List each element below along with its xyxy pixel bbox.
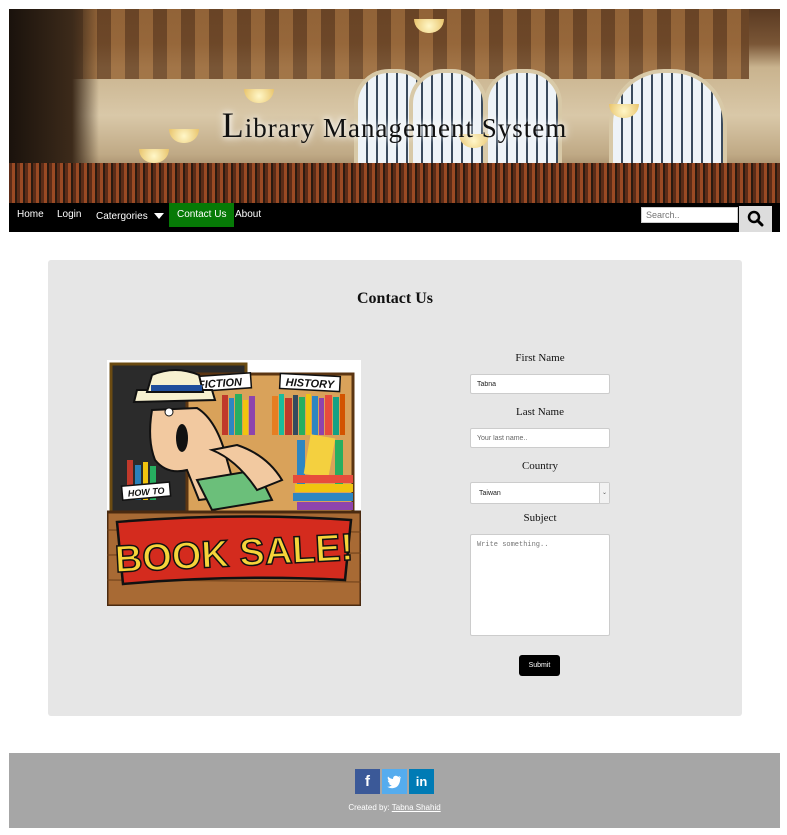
site-title: Library Management System [221, 105, 568, 145]
first-name-field[interactable] [470, 374, 610, 394]
nav-about[interactable]: About [227, 203, 269, 227]
submit-button[interactable]: Submit [519, 655, 560, 676]
chevron-down-icon: ⌄ [599, 483, 609, 503]
ceiling-decoration [69, 9, 749, 79]
navbar: Home Login Catergories Contact Us About [9, 203, 780, 232]
footer-credit: Created by: Tabna Shahid [348, 803, 441, 812]
nav-login[interactable]: Login [49, 203, 89, 227]
subject-label: Subject [523, 512, 557, 524]
country-selected-value: Taiwan [479, 490, 501, 497]
book-sale-illustration: FICTION HISTORY HOW TO BOOK SALE! [107, 360, 361, 606]
chandelier [139, 149, 169, 163]
subject-textarea[interactable] [470, 534, 610, 636]
nav-home[interactable]: Home [9, 203, 52, 227]
caret-down-icon [153, 213, 164, 220]
search-icon [747, 210, 764, 227]
nav-contact-us[interactable]: Contact Us [169, 203, 235, 227]
linkedin-icon[interactable]: in [409, 769, 434, 794]
facebook-icon[interactable]: f [355, 769, 380, 794]
footer: f in Created by: Tabna Shahid [9, 753, 780, 828]
country-label: Country [521, 460, 559, 472]
last-name-label: Last Name [516, 406, 564, 418]
search-button[interactable] [739, 206, 772, 232]
twitter-bird-glyph [387, 775, 401, 789]
page-title: Contact Us [357, 290, 433, 307]
nav-categories-dropdown[interactable]: Catergories [88, 205, 172, 229]
country-select[interactable]: Taiwan ⌄ [470, 482, 610, 504]
header-banner: Library Management System [9, 9, 780, 203]
bookshelves [9, 163, 780, 203]
search-input[interactable] [641, 207, 738, 223]
chandelier [244, 89, 274, 103]
last-name-field[interactable] [470, 428, 610, 448]
author-link[interactable]: Tabna Shahid [392, 803, 441, 812]
first-name-label: First Name [515, 352, 565, 364]
twitter-icon[interactable] [382, 769, 407, 794]
contact-panel: Contact Us FICTION HISTORY HOW TO BOOK S… [48, 260, 742, 716]
